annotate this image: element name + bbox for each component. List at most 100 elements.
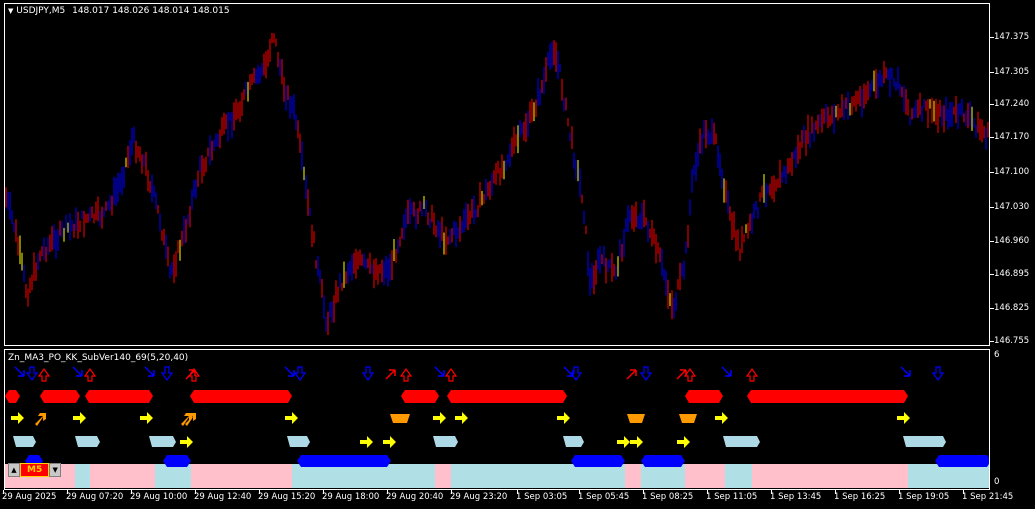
- ohlc-readout: 148.017 148.026 148.014 148.015: [72, 6, 230, 16]
- time-label: 1 Sep 21:45: [962, 492, 1014, 502]
- yellow-right-arrow-icon: [360, 436, 373, 448]
- time-label: 29 Aug 12:40: [194, 492, 252, 502]
- lightblue-block: [149, 436, 176, 447]
- state-band-segment: [435, 464, 451, 488]
- state-band-segment: [292, 464, 435, 488]
- time-label: 1 Sep 13:45: [770, 492, 822, 502]
- diag-up-arrow-icon: [626, 369, 637, 380]
- indicator-scale-min: 0: [994, 477, 1000, 487]
- down-arrow-icon: [293, 366, 307, 382]
- yellow-right-arrow-icon: [677, 436, 690, 448]
- price-label: 147.030: [994, 202, 1030, 212]
- lightblue-block: [75, 436, 100, 447]
- diag-down-arrow-icon: [144, 366, 155, 377]
- up-arrow-icon: [37, 367, 51, 382]
- lightblue-block: [13, 436, 36, 447]
- orange-up-arrow-icon: [35, 413, 46, 426]
- time-label: 29 Aug 23:20: [450, 492, 508, 502]
- time-label: 1 Sep 03:05: [516, 492, 568, 502]
- state-band-segment: [752, 464, 908, 488]
- down-arrow-icon: [25, 366, 39, 382]
- up-arrow-icon: [745, 367, 759, 382]
- state-band-segment: [625, 464, 641, 488]
- state-band-segment: [725, 464, 752, 488]
- state-band-segment: [75, 464, 90, 488]
- yellow-right-arrow-icon: [897, 412, 910, 424]
- price-label: 147.305: [994, 67, 1030, 77]
- red-bar: [401, 390, 439, 403]
- state-band-segment: [641, 464, 685, 488]
- price-label: 146.825: [994, 303, 1030, 313]
- blue-bar: [571, 455, 625, 467]
- price-label: 147.375: [994, 32, 1030, 42]
- red-bar: [747, 390, 908, 403]
- lightblue-block: [563, 436, 584, 447]
- lightblue-block: [903, 436, 946, 447]
- red-bar: [685, 390, 723, 403]
- time-label: 29 Aug 15:20: [258, 492, 316, 502]
- time-label: 1 Sep 19:05: [898, 492, 950, 502]
- blue-bar: [297, 455, 391, 467]
- price-chart[interactable]: ▼ USDJPY,M5 148.017 148.026 148.014 148.…: [4, 3, 990, 346]
- diag-down-arrow-icon: [284, 366, 295, 377]
- blue-bar: [935, 455, 989, 467]
- blue-bar: [641, 455, 685, 467]
- yellow-right-arrow-icon: [285, 412, 298, 424]
- diag-down-arrow-icon: [900, 366, 911, 377]
- triangle-up-icon[interactable]: ▲: [8, 463, 20, 477]
- state-band-segment: [451, 464, 570, 488]
- yellow-right-arrow-icon: [180, 436, 193, 448]
- state-band-segment: [191, 464, 292, 488]
- time-label: 1 Sep 08:25: [642, 492, 694, 502]
- time-label: 1 Sep 05:45: [578, 492, 630, 502]
- symbol-label: USDJPY,M5: [16, 6, 66, 16]
- time-label: 29 Aug 07:20: [66, 492, 124, 502]
- price-label: 147.170: [994, 132, 1030, 142]
- time-label: 29 Aug 18:00: [322, 492, 380, 502]
- red-bar: [85, 390, 153, 403]
- diag-down-arrow-icon: [434, 366, 445, 377]
- price-label: 147.100: [994, 167, 1030, 177]
- up-arrow-icon: [399, 367, 413, 382]
- yellow-right-arrow-icon: [557, 412, 570, 424]
- yellow-right-arrow-icon: [455, 412, 468, 424]
- lightblue-block: [723, 436, 760, 447]
- yellow-right-arrow-icon: [617, 436, 630, 448]
- timeframe-panel: ▲ M5 ▼: [8, 462, 62, 478]
- diag-down-arrow-icon: [14, 366, 25, 377]
- red-bar: [5, 390, 20, 403]
- collapse-icon[interactable]: ▼: [8, 7, 13, 15]
- time-label: 1 Sep 11:05: [706, 492, 758, 502]
- state-band-segment: [155, 464, 191, 488]
- diag-up-arrow-icon: [385, 369, 396, 380]
- orange-block: [679, 414, 697, 423]
- price-label: 147.240: [994, 99, 1030, 109]
- lightblue-block: [433, 436, 458, 447]
- time-label: 1 Sep 16:25: [834, 492, 886, 502]
- yellow-right-arrow-icon: [630, 436, 643, 448]
- down-arrow-icon: [160, 366, 174, 382]
- red-bar: [447, 390, 567, 403]
- indicator-drawing: [5, 366, 989, 488]
- red-bar: [40, 390, 80, 403]
- yellow-right-arrow-icon: [433, 412, 446, 424]
- price-label: 146.895: [994, 269, 1030, 279]
- timeframe-label[interactable]: M5: [20, 463, 50, 477]
- yellow-right-arrow-icon: [383, 436, 396, 448]
- diag-down-arrow-icon: [721, 366, 732, 377]
- yellow-right-arrow-icon: [73, 412, 86, 424]
- state-band-segment: [570, 464, 625, 488]
- indicator-title: Zn_MA3_PO_KK_SubVer140_69(5,20,40): [8, 353, 189, 363]
- yellow-right-arrow-icon: [140, 412, 153, 424]
- down-arrow-icon: [931, 366, 945, 382]
- state-band-segment: [908, 464, 989, 488]
- chart-terminal: ▼ USDJPY,M5 148.017 148.026 148.014 148.…: [0, 0, 1035, 509]
- time-label: 29 Aug 10:00: [130, 492, 188, 502]
- indicator-window[interactable]: Zn_MA3_PO_KK_SubVer140_69(5,20,40): [4, 349, 990, 490]
- diag-down-arrow-icon: [72, 366, 83, 377]
- price-label: 146.755: [994, 336, 1030, 346]
- red-bar: [190, 390, 292, 403]
- indicator-scale-max: 6: [994, 350, 1000, 360]
- time-label: 29 Aug 2025: [2, 492, 57, 502]
- triangle-down-icon[interactable]: ▼: [49, 463, 62, 477]
